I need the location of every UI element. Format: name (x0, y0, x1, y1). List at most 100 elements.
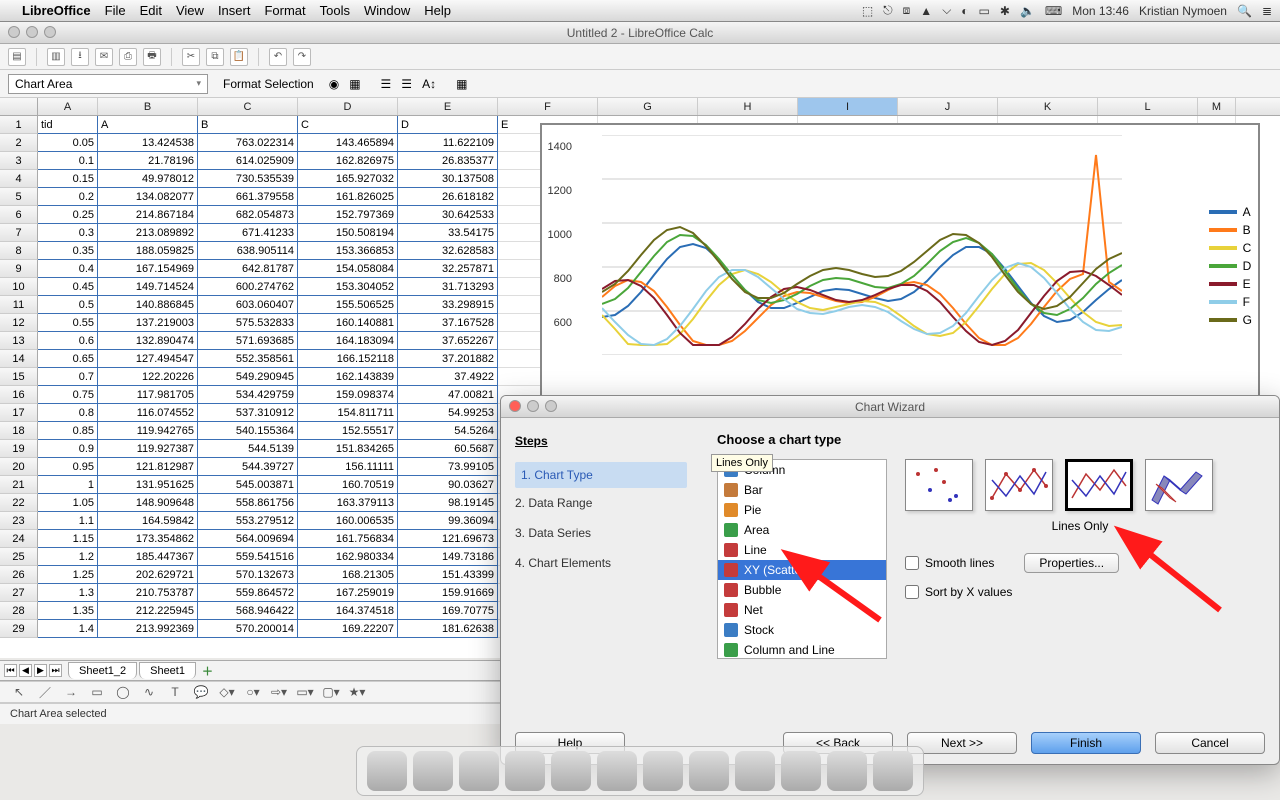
cell[interactable]: 575.532833 (198, 314, 298, 332)
menu-format[interactable]: Format (264, 3, 305, 18)
cell[interactable]: 1.25 (38, 566, 98, 584)
chart-element-selector[interactable]: Chart Area (8, 74, 208, 94)
row-header[interactable]: 1 (0, 116, 38, 134)
cut-icon[interactable]: ✂ (182, 48, 200, 66)
chart-type-item[interactable]: Column and Line (718, 640, 886, 659)
zoom-window-icon[interactable] (44, 26, 56, 38)
column-header[interactable]: M (1198, 98, 1236, 115)
cell[interactable]: 164.374518 (298, 602, 398, 620)
stars-icon[interactable]: ★▾ (348, 684, 366, 700)
tray-icon[interactable]: ⎋ (883, 3, 893, 18)
cell[interactable]: 600.274762 (198, 278, 298, 296)
sheet-nav-last-icon[interactable]: ⏭ (49, 664, 62, 677)
cell[interactable]: 202.629721 (98, 566, 198, 584)
cell[interactable]: 150.508194 (298, 224, 398, 242)
drive-icon[interactable]: ▲ (920, 4, 932, 18)
cell[interactable]: A (98, 116, 198, 134)
cell[interactable]: 1.35 (38, 602, 98, 620)
cell[interactable]: 122.20226 (98, 368, 198, 386)
cell[interactable]: 213.992369 (98, 620, 198, 638)
cell[interactable]: 21.78196 (98, 152, 198, 170)
cell[interactable]: 159.098374 (298, 386, 398, 404)
row-header[interactable]: 17 (0, 404, 38, 422)
subtype-points-only[interactable] (905, 459, 973, 511)
cell[interactable]: 73.99105 (398, 458, 498, 476)
cell[interactable]: 169.70775 (398, 602, 498, 620)
cell[interactable]: 11.622109 (398, 134, 498, 152)
menu-view[interactable]: View (176, 3, 204, 18)
chart-type-item[interactable]: Net (718, 600, 886, 620)
cell[interactable]: 31.713293 (398, 278, 498, 296)
column-header[interactable]: H (698, 98, 798, 115)
cell[interactable]: 0.95 (38, 458, 98, 476)
cell[interactable]: 167.154969 (98, 260, 198, 278)
menu-file[interactable]: File (105, 3, 126, 18)
cell[interactable]: 730.535539 (198, 170, 298, 188)
cell[interactable]: 571.693685 (198, 332, 298, 350)
wizard-step[interactable]: 2. Data Range (515, 488, 687, 518)
cell[interactable]: 0.5 (38, 296, 98, 314)
open-icon[interactable]: ▥ (47, 48, 65, 66)
row-header[interactable]: 25 (0, 548, 38, 566)
cell[interactable]: 614.025909 (198, 152, 298, 170)
cell[interactable]: 37.201882 (398, 350, 498, 368)
cell[interactable]: 156.11111 (298, 458, 398, 476)
cell[interactable]: 116.074552 (98, 404, 198, 422)
row-header[interactable]: 27 (0, 584, 38, 602)
cell[interactable]: 151.834265 (298, 440, 398, 458)
column-header[interactable]: D (298, 98, 398, 115)
cell[interactable]: 160.140881 (298, 314, 398, 332)
cell[interactable]: 152.797369 (298, 206, 398, 224)
cell[interactable]: 638.905114 (198, 242, 298, 260)
chart-type-item[interactable]: Pie (718, 500, 886, 520)
cell[interactable]: 160.006535 (298, 512, 398, 530)
data-table-icon[interactable]: ▦ (456, 77, 467, 91)
cell[interactable]: 185.447367 (98, 548, 198, 566)
chart-type-item[interactable]: Stock (718, 620, 886, 640)
cell[interactable]: 553.279512 (198, 512, 298, 530)
cell[interactable]: 90.03627 (398, 476, 498, 494)
cell[interactable]: 1.05 (38, 494, 98, 512)
chart-type-list[interactable]: ColumnBarPieAreaLineXY (Scatter)BubbleNe… (717, 459, 887, 659)
row-header[interactable]: 16 (0, 386, 38, 404)
cell[interactable]: 153.366853 (298, 242, 398, 260)
cell[interactable]: 0.65 (38, 350, 98, 368)
battery-icon[interactable]: ▭ (979, 4, 990, 18)
cell[interactable]: 549.290945 (198, 368, 298, 386)
cell[interactable]: 537.310912 (198, 404, 298, 422)
cell[interactable]: 162.980334 (298, 548, 398, 566)
chart-type-icon[interactable]: ◉ (329, 77, 339, 91)
cell[interactable]: 162.826975 (298, 152, 398, 170)
cell[interactable]: 214.867184 (98, 206, 198, 224)
cell[interactable]: 0.9 (38, 440, 98, 458)
cell[interactable]: 0.05 (38, 134, 98, 152)
row-header[interactable]: 19 (0, 440, 38, 458)
bluetooth-icon[interactable]: ✱ (1000, 4, 1010, 18)
row-header[interactable]: 5 (0, 188, 38, 206)
row-header[interactable]: 14 (0, 350, 38, 368)
column-header[interactable]: B (98, 98, 198, 115)
cell[interactable]: 0.85 (38, 422, 98, 440)
cell[interactable]: 32.628583 (398, 242, 498, 260)
dock-app-icon[interactable] (551, 751, 591, 791)
cell[interactable]: 119.942765 (98, 422, 198, 440)
cell[interactable]: 13.424538 (98, 134, 198, 152)
block-arrows-icon[interactable]: ⇨▾ (270, 684, 288, 700)
cell[interactable]: 559.541516 (198, 548, 298, 566)
cell[interactable]: 166.152118 (298, 350, 398, 368)
cell[interactable]: 169.22207 (298, 620, 398, 638)
text-icon[interactable]: T (166, 684, 184, 700)
menu-insert[interactable]: Insert (218, 3, 251, 18)
cell[interactable]: 568.946422 (198, 602, 298, 620)
cell[interactable]: 160.70519 (298, 476, 398, 494)
column-header[interactable]: L (1098, 98, 1198, 115)
sheet-nav-prev-icon[interactable]: ◀ (19, 664, 32, 677)
cell[interactable]: 0.25 (38, 206, 98, 224)
row-header[interactable]: 22 (0, 494, 38, 512)
ellipse-icon[interactable]: ◯ (114, 684, 132, 700)
basic-shapes-icon[interactable]: ◇▾ (218, 684, 236, 700)
cell[interactable]: 121.69673 (398, 530, 498, 548)
row-header[interactable]: 24 (0, 530, 38, 548)
time-machine-icon[interactable]: ◐ (961, 4, 968, 18)
cell[interactable]: 30.642533 (398, 206, 498, 224)
